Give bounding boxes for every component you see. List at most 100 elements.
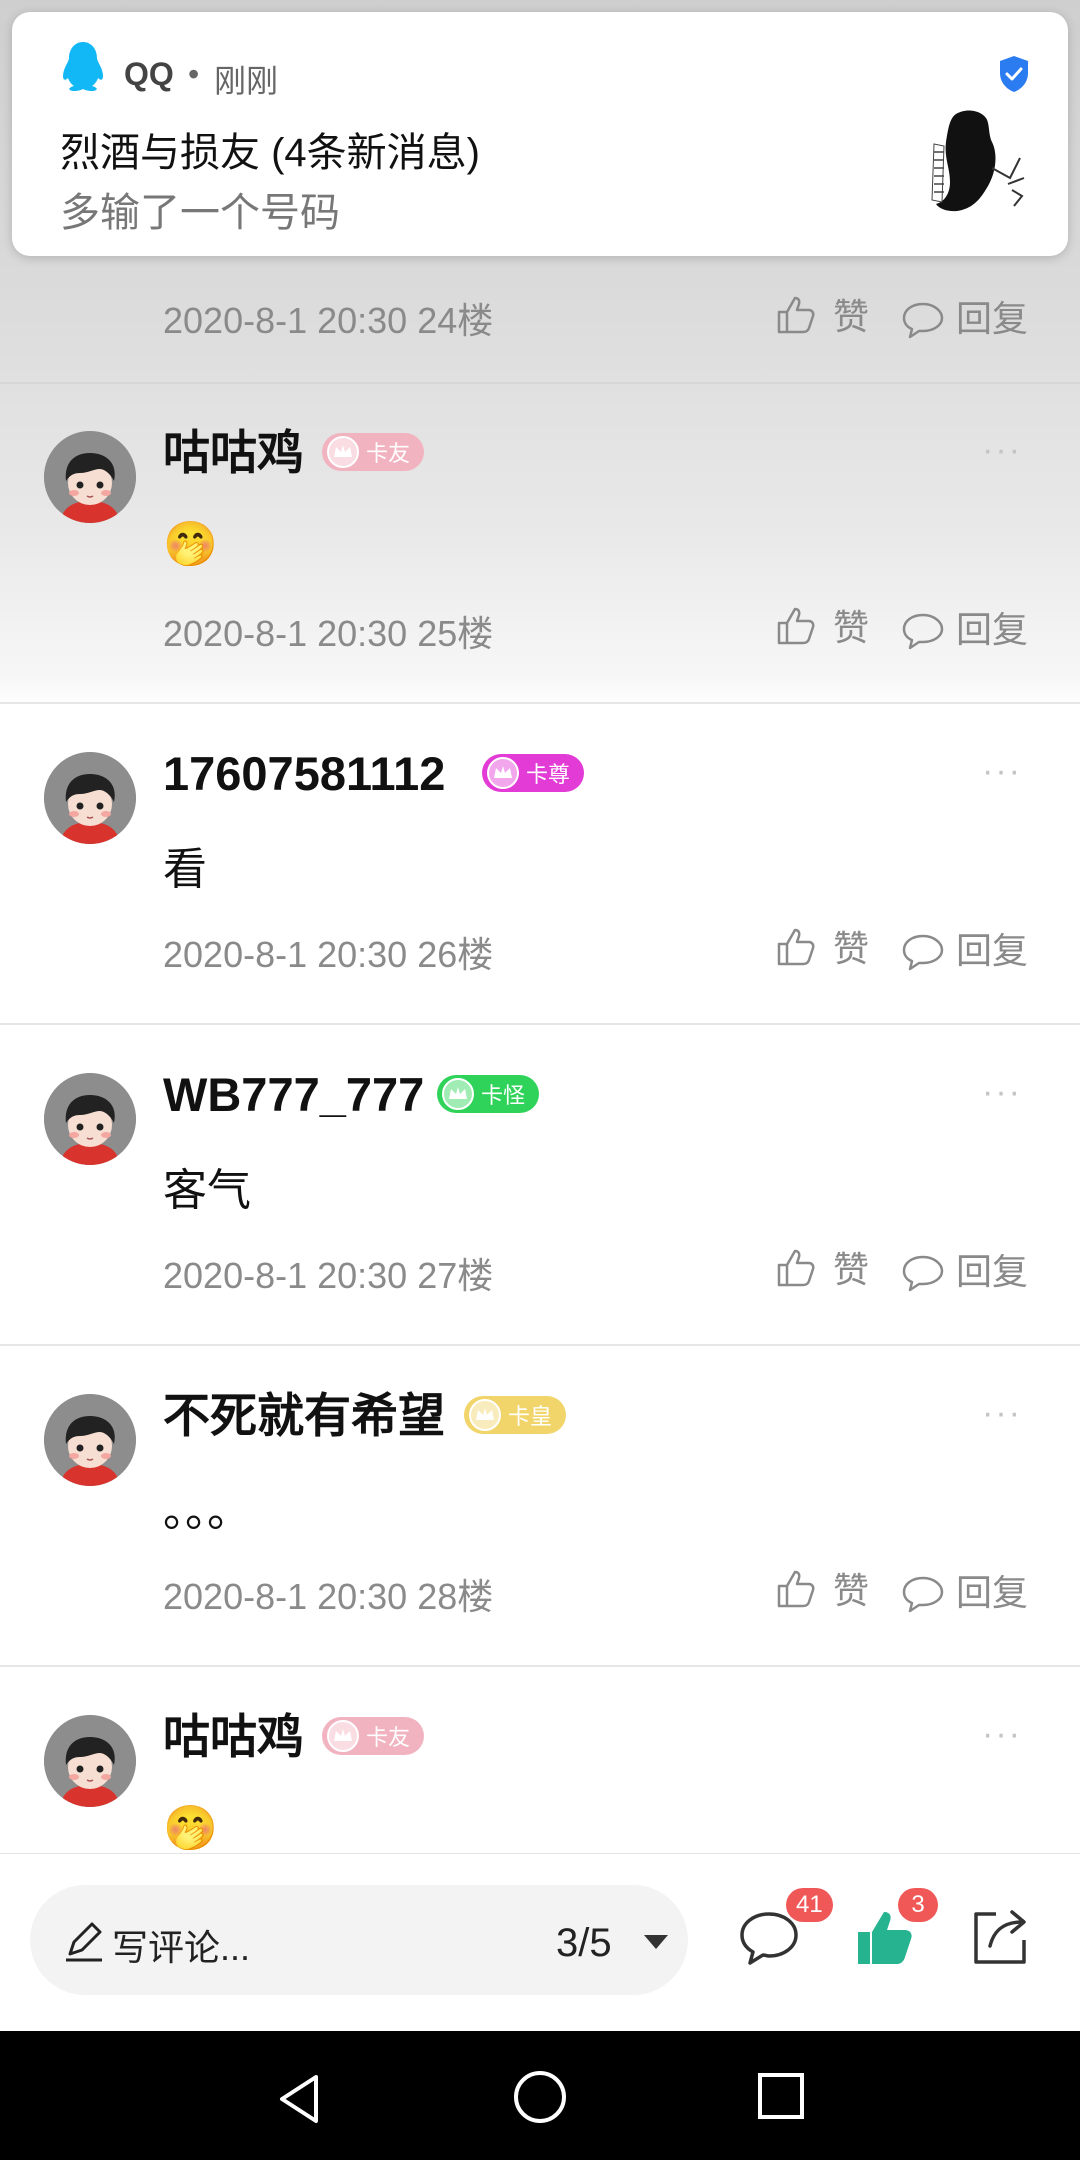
username[interactable]: 17607581112 — [163, 744, 445, 804]
like-button[interactable]: 赞 — [773, 1562, 869, 1614]
home-icon[interactable] — [512, 2069, 568, 2125]
comment-item: 咕咕鸡 卡友 ··· 🤭 2020-8-1 20:30 25楼 赞 回复 — [0, 383, 1080, 704]
separator: • — [188, 56, 200, 92]
like-label: 赞 — [833, 1249, 870, 1290]
comment-bubble-icon — [902, 934, 944, 971]
like-count-badge: 3 — [898, 1888, 938, 1922]
avatar-image — [44, 752, 136, 844]
recents-icon[interactable] — [756, 2071, 806, 2121]
avatar[interactable] — [44, 431, 136, 523]
reply-label: 回复 — [956, 930, 1029, 971]
comment-text: 。。。 — [163, 1487, 251, 1536]
like-button[interactable]: 赞 — [773, 920, 869, 972]
more-options-icon[interactable]: ··· — [982, 1394, 1022, 1433]
comment-meta: 2020-8-1 20:30 28楼 — [163, 1576, 494, 1617]
crown-icon — [327, 1720, 359, 1752]
verified-shield-icon — [1000, 56, 1028, 92]
avatar-image — [44, 1073, 136, 1165]
like-button[interactable]: 赞 — [773, 599, 869, 651]
app-name: QQ — [124, 56, 174, 92]
member-badge[interactable]: 卡尊 — [482, 754, 585, 792]
qq-penguin-icon — [63, 42, 103, 92]
thumbs-up-outline-icon — [777, 928, 815, 966]
bottom-action-bar: 写评论... 3/5 41 3 — [0, 1853, 1080, 2031]
thumbs-up-outline-icon — [777, 296, 815, 334]
reply-label: 回复 — [956, 298, 1029, 339]
pencil-icon — [66, 1922, 102, 1962]
notification-title: 烈酒与损友 (4条新消息) — [60, 131, 480, 175]
comment-feed[interactable]: 2020-8-1 20:30 24楼 赞 回复 咕咕鸡 卡友 ··· 🤭 202… — [0, 0, 1080, 1853]
comment-input[interactable]: 写评论... 3/5 — [30, 1885, 688, 1995]
crown-icon — [442, 1078, 474, 1110]
more-options-icon[interactable]: ··· — [982, 752, 1022, 791]
more-options-icon[interactable]: ··· — [982, 431, 1022, 470]
avatar-image — [44, 1394, 136, 1486]
comment-bubble-icon — [902, 1576, 944, 1613]
like-button[interactable]: 赞 — [773, 288, 869, 340]
thumbs-up-outline-icon — [777, 1249, 815, 1287]
comment-item: 17607581112 卡尊 ··· 看 2020-8-1 20:30 26楼 … — [0, 704, 1080, 1025]
avatar[interactable] — [44, 1394, 136, 1486]
avatar[interactable] — [44, 1073, 136, 1165]
comment-fragment: 2020-8-1 20:30 24楼 赞 回复 — [0, 270, 1080, 384]
reply-button[interactable]: 回复 — [900, 288, 1028, 344]
badge-label: 卡皇 — [508, 1405, 553, 1430]
comment-meta: 2020-8-1 20:30 26楼 — [163, 934, 494, 975]
badge-label: 卡怪 — [481, 1084, 526, 1109]
crown-icon — [469, 1399, 501, 1431]
reply-button[interactable]: 回复 — [900, 920, 1028, 976]
more-options-icon[interactable]: ··· — [982, 1715, 1022, 1754]
member-badge[interactable]: 卡友 — [322, 433, 425, 471]
comment-meta: 2020-8-1 20:30 24楼 — [163, 300, 494, 341]
comment-bubble-icon — [902, 613, 944, 650]
qq-notification[interactable]: QQ • 刚刚 烈酒与损友 (4条新消息) 多输了一个号码 — [12, 12, 1068, 256]
thumbs-up-outline-icon — [777, 1570, 815, 1608]
username[interactable]: 不死就有希望 — [163, 1386, 445, 1446]
comment-item: 咕咕鸡 卡友 ··· 🤭 — [0, 1667, 1080, 1853]
share-icon[interactable] — [966, 1904, 1032, 1970]
username[interactable]: 咕咕鸡 — [163, 423, 304, 483]
comment-bubble-icon — [902, 302, 944, 339]
avatar[interactable] — [44, 752, 136, 844]
member-badge[interactable]: 卡怪 — [437, 1075, 540, 1113]
avatar[interactable] — [44, 1715, 136, 1807]
comment-text: 看 — [163, 845, 207, 894]
like-label: 赞 — [833, 296, 870, 337]
comment-text: 🤭 — [163, 1804, 218, 1853]
avatar-image — [44, 431, 136, 523]
reply-button[interactable]: 回复 — [900, 1562, 1028, 1618]
like-button[interactable]: 赞 — [773, 1241, 869, 1293]
reply-button[interactable]: 回复 — [900, 1241, 1028, 1297]
crown-icon — [327, 436, 359, 468]
notification-message: 多输了一个号码 — [60, 191, 340, 235]
notification-time: 刚刚 — [214, 63, 279, 99]
page-indicator[interactable]: 3/5 — [556, 1921, 612, 1966]
username[interactable]: WB777_777 — [163, 1065, 424, 1125]
back-icon[interactable] — [272, 2071, 328, 2127]
comment-meta: 2020-8-1 20:30 27楼 — [163, 1255, 494, 1296]
more-options-icon[interactable]: ··· — [982, 1073, 1022, 1112]
badge-label: 卡友 — [366, 1726, 411, 1751]
comment-text: 客气 — [163, 1166, 251, 1215]
comment-meta: 2020-8-1 20:30 25楼 — [163, 613, 494, 654]
badge-label: 卡尊 — [526, 763, 571, 788]
reply-button[interactable]: 回复 — [900, 599, 1028, 655]
username[interactable]: 咕咕鸡 — [163, 1707, 304, 1767]
like-label: 赞 — [833, 928, 870, 969]
crown-icon — [487, 757, 519, 789]
reply-label: 回复 — [956, 1251, 1029, 1292]
member-badge[interactable]: 卡友 — [322, 1717, 425, 1755]
comment-item: 不死就有希望 卡皇 ··· 。。。 2020-8-1 20:30 28楼 赞 回… — [0, 1346, 1080, 1667]
comment-item: WB777_777 卡怪 ··· 客气 2020-8-1 20:30 27楼 赞… — [0, 1025, 1080, 1346]
member-badge[interactable]: 卡皇 — [464, 1396, 567, 1434]
avatar-image — [44, 1715, 136, 1807]
reply-label: 回复 — [956, 1572, 1029, 1613]
comment-text: 🤭 — [163, 520, 218, 569]
comment-placeholder: 写评论... — [112, 1927, 251, 1968]
like-label: 赞 — [833, 607, 870, 648]
contact-avatar — [916, 104, 1040, 232]
reply-label: 回复 — [956, 609, 1029, 650]
comment-bubble-icon — [902, 1255, 944, 1292]
caret-down-icon[interactable] — [642, 1933, 670, 1951]
comment-count-badge: 41 — [786, 1888, 833, 1922]
